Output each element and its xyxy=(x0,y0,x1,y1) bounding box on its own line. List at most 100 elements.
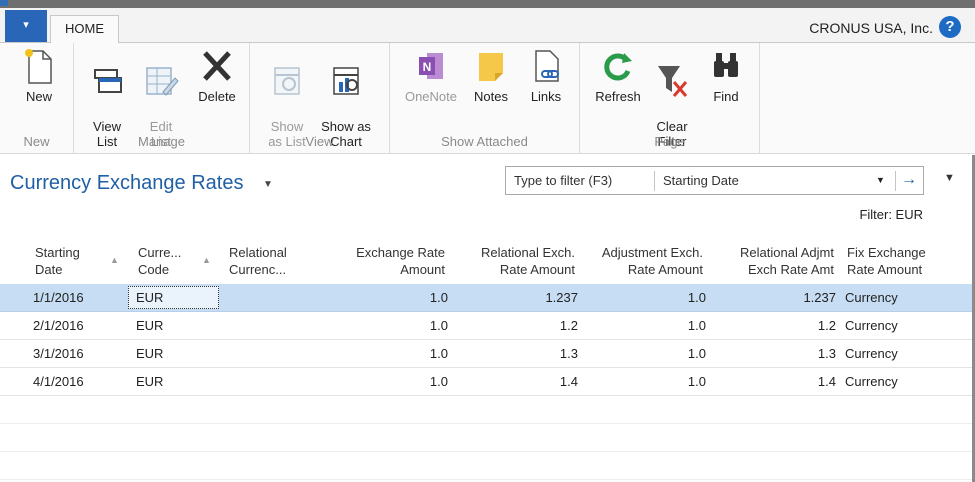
edit-list-icon xyxy=(146,67,179,96)
window-top-strip xyxy=(0,0,975,8)
filter-field-select[interactable]: Starting Date xyxy=(663,173,739,188)
col-adjustment-exch-rate[interactable]: Adjustment Exch. Rate Amount xyxy=(585,244,703,278)
filter-separator xyxy=(654,171,655,191)
col-fix-exchange-rate[interactable]: Fix Exchange Rate Amount xyxy=(847,244,926,278)
cell-date: 2/1/2016 xyxy=(33,318,84,333)
cell-rel-amount: 1.237 xyxy=(545,290,578,305)
cell-amount: 1.0 xyxy=(429,346,448,361)
ribbon: New New View List Edit List Delete Manag… xyxy=(0,43,975,154)
cell-code[interactable]: EUR xyxy=(136,346,163,361)
collapse-chevron-icon[interactable]: ▼ xyxy=(944,172,955,184)
links-label: Links xyxy=(530,89,562,104)
group-page-label: Page xyxy=(654,134,685,149)
ribbon-tab-bar: ▾ HOME CRONUS USA, Inc. ? xyxy=(0,8,975,44)
empty-row xyxy=(0,424,975,452)
refresh-icon xyxy=(604,53,632,81)
new-button[interactable]: New xyxy=(14,47,64,104)
cell-rel-adj-amount: 1.3 xyxy=(817,346,836,361)
cell-rel-adj-amount: 1.237 xyxy=(803,290,836,305)
filter-separator-2 xyxy=(895,171,896,191)
cell-rel-adj-amount: 1.2 xyxy=(817,318,836,333)
table-row[interactable]: 1/1/2016 EUR 1.0 1.237 1.0 1.237 Currenc… xyxy=(0,284,975,312)
chart-view-icon xyxy=(333,67,359,95)
find-label: Find xyxy=(713,89,739,104)
cell-rel-amount: 1.3 xyxy=(559,346,578,361)
group-new: New New xyxy=(0,43,74,154)
notes-label: Notes xyxy=(474,89,508,104)
cell-code[interactable]: EUR xyxy=(136,290,163,305)
grid-header: Starting Date ▲ Curre... Code ▲ Relation… xyxy=(0,240,975,284)
find-button[interactable]: Find xyxy=(702,47,750,104)
col-currency-code[interactable]: Curre... Code xyxy=(138,244,181,278)
col-relational-currency[interactable]: Relational Currenc... xyxy=(229,244,287,278)
app-icon xyxy=(0,0,8,6)
col-relational-exch-rate[interactable]: Relational Exch. Rate Amount xyxy=(463,244,575,278)
cell-fix: Currency xyxy=(845,318,898,333)
refresh-label: Refresh xyxy=(595,89,641,104)
links-button[interactable]: Links xyxy=(518,47,574,104)
group-manage: View List Edit List Delete Manage xyxy=(74,43,250,154)
file-menu-button[interactable]: ▾ xyxy=(5,10,47,42)
notes-icon xyxy=(479,53,503,81)
group-show-attached: N OneNote Notes Links Show Attached xyxy=(390,43,580,154)
cell-amount: 1.0 xyxy=(429,290,448,305)
cell-fix: Currency xyxy=(845,374,898,389)
help-icon[interactable]: ? xyxy=(939,16,961,38)
tab-home[interactable]: HOME xyxy=(50,15,119,44)
links-icon xyxy=(535,50,559,82)
cell-amount: 1.0 xyxy=(429,374,448,389)
onenote-icon: N xyxy=(419,53,443,79)
onenote-button[interactable]: N OneNote xyxy=(398,47,464,104)
col-relational-adjmt[interactable]: Relational Adjmt Exch Rate Amt xyxy=(714,244,834,278)
page-title[interactable]: Currency Exchange Rates xyxy=(10,172,243,195)
filter-box: Type to filter (F3) Starting Date ▼ → xyxy=(505,166,924,195)
new-document-icon xyxy=(25,49,52,84)
col-starting-date[interactable]: Starting Date xyxy=(35,244,80,278)
cell-fix: Currency xyxy=(845,346,898,361)
empty-row xyxy=(0,452,975,480)
cell-code[interactable]: EUR xyxy=(136,318,163,333)
empty-row xyxy=(0,396,975,424)
cell-adj-amount: 1.0 xyxy=(687,346,706,361)
clear-filter-icon xyxy=(658,66,688,97)
cell-rel-amount: 1.4 xyxy=(559,374,578,389)
company-name[interactable]: CRONUS USA, Inc. xyxy=(809,20,933,36)
cell-fix: Currency xyxy=(845,290,898,305)
sort-asc-icon: ▲ xyxy=(202,255,211,265)
new-button-label: New xyxy=(25,89,52,104)
group-manage-label: Manage xyxy=(138,134,185,149)
notes-button[interactable]: Notes xyxy=(468,47,514,104)
col-exchange-rate-amount[interactable]: Exchange Rate Amount xyxy=(340,244,445,278)
delete-label: Delete xyxy=(198,89,236,104)
table-row[interactable]: 3/1/2016 EUR 1.0 1.3 1.0 1.3 Currency xyxy=(0,340,975,368)
title-dropdown-icon[interactable]: ▼ xyxy=(263,179,273,190)
view-list-icon xyxy=(94,69,122,93)
group-page: Refresh Clear Filter Find Page xyxy=(580,43,760,154)
group-show-attached-label: Show Attached xyxy=(441,134,528,149)
filter-input[interactable]: Type to filter (F3) xyxy=(514,173,612,188)
delete-x-icon xyxy=(203,51,231,81)
table-row[interactable]: 4/1/2016 EUR 1.0 1.4 1.0 1.4 Currency xyxy=(0,368,975,396)
cell-adj-amount: 1.0 xyxy=(687,374,706,389)
arrow-right-icon[interactable]: → xyxy=(901,171,917,189)
binoculars-icon xyxy=(714,53,738,77)
cell-adj-amount: 1.0 xyxy=(687,318,706,333)
cell-rel-amount: 1.2 xyxy=(559,318,578,333)
cell-adj-amount: 1.0 xyxy=(687,290,706,305)
cell-code[interactable]: EUR xyxy=(136,374,163,389)
cell-date: 3/1/2016 xyxy=(33,346,84,361)
cell-date: 4/1/2016 xyxy=(33,374,84,389)
group-view-label: View xyxy=(305,134,334,149)
list-view-icon xyxy=(274,67,300,95)
chevron-down-icon[interactable]: ▼ xyxy=(876,175,885,185)
filter-status: Filter: EUR xyxy=(859,207,923,222)
group-view: Show as List Show as Chart View xyxy=(250,43,390,154)
data-grid: Starting Date ▲ Curre... Code ▲ Relation… xyxy=(0,240,975,480)
onenote-label: OneNote xyxy=(404,89,458,104)
table-row[interactable]: 2/1/2016 EUR 1.0 1.2 1.0 1.2 Currency xyxy=(0,312,975,340)
cell-rel-adj-amount: 1.4 xyxy=(817,374,836,389)
cell-amount: 1.0 xyxy=(429,318,448,333)
delete-button[interactable]: Delete xyxy=(190,47,244,104)
group-new-label: New xyxy=(23,134,50,149)
refresh-button[interactable]: Refresh xyxy=(586,47,650,104)
